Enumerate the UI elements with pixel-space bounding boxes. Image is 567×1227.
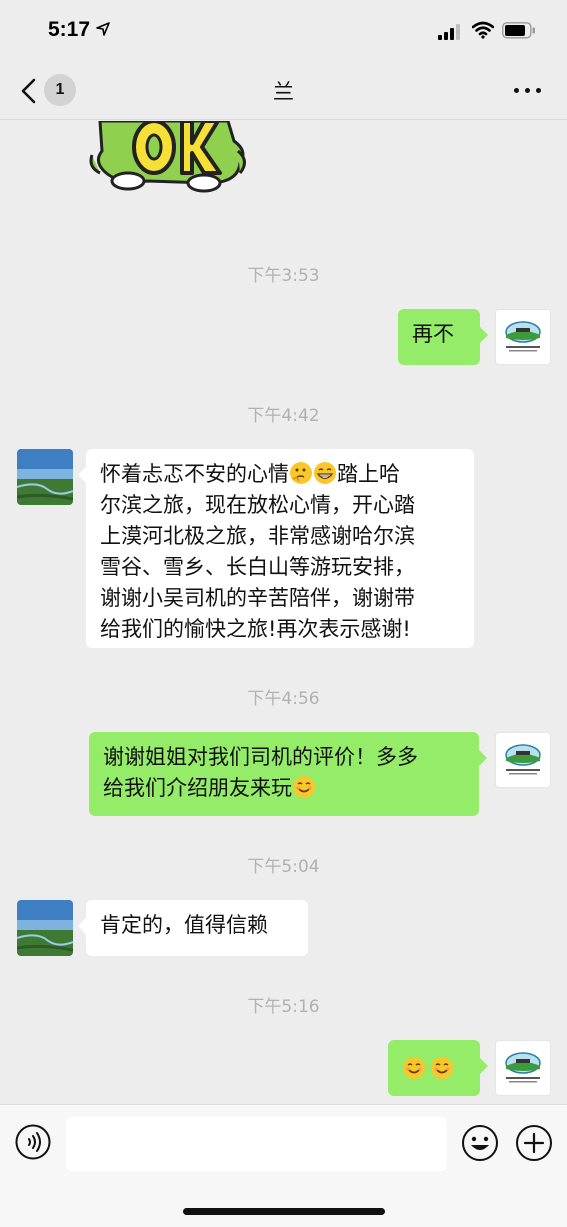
more-dots-icon [514,88,519,93]
status-bar: 5:17 [0,0,567,62]
sent-message-bubble[interactable] [388,1040,488,1096]
sent-message-bubble[interactable]: 再不 [398,309,488,365]
ok-sticker-image [89,121,246,193]
sent-message-bubble[interactable]: 谢谢姐姐对我们司机的评价！多多 给我们介绍朋友来玩 [89,732,487,816]
landscape-avatar-image [17,900,73,956]
my-avatar[interactable] [495,309,551,365]
grinning-face-icon [314,462,336,484]
plus-circle-icon[interactable] [515,1124,553,1162]
message-timestamp: 下午4:56 [247,689,320,709]
contact-avatar[interactable] [17,900,73,956]
company-logo-icon [496,733,550,787]
received-message-bubble[interactable]: 肯定的，值得信赖 [78,900,308,956]
chat-title: 兰 [273,80,294,104]
message-timestamp: 下午5:16 [247,997,320,1017]
message-line: 谢谢姐姐对我们司机的评价！多多 [103,745,418,769]
thinking-face-icon [290,462,312,484]
ok-sticker[interactable] [88,121,250,193]
more-options-button[interactable] [512,80,544,100]
cellular-signal-icon [438,24,460,40]
message-timestamp: 下午3:53 [247,266,320,286]
home-indicator[interactable] [183,1208,385,1215]
message-timestamp: 下午4:42 [247,406,320,426]
my-avatar[interactable] [495,1040,551,1096]
message-text-input[interactable] [66,1117,447,1171]
company-logo-icon [496,310,550,364]
landscape-avatar-image [17,449,73,505]
my-avatar[interactable] [495,732,551,788]
message-line: 尔滨之旅，现在放松心情，开心踏 [100,493,415,517]
message-line: 谢谢小吴司机的辛苦陪伴，谢谢带 [100,586,415,610]
voice-icon[interactable] [15,1124,51,1160]
smile-icon [403,1057,425,1079]
chat-header: 1 兰 [0,62,567,120]
battery-icon [502,22,535,39]
message-line: 上漠河北极之旅，非常感谢哈尔滨 [100,524,415,548]
status-time: 5:17 [48,18,91,41]
company-logo-icon [496,1041,550,1095]
message-line: 给我们的愉快之旅!再次表示感谢! [100,617,411,641]
smile-icon [431,1057,453,1079]
message-line-1: 怀着忐忑不安的心情 踏上哈 [100,462,400,486]
received-message-bubble[interactable]: 怀着忐忑不安的心情 踏上哈 尔滨之旅，现在放松心情，开心踏 上漠河北极之旅，非常感… [78,449,474,648]
message-line-2: 给我们介绍朋友来玩 [103,773,465,804]
contact-avatar[interactable] [17,449,73,505]
emoji-face-icon[interactable] [461,1124,499,1162]
message-text: 再不 [412,322,454,346]
message-line: 雪谷、雪乡、长白山等游玩安排， [100,555,415,579]
wifi-icon [472,21,494,39]
smile-icon [293,776,315,798]
location-arrow-icon [96,22,110,36]
message-timestamp: 下午5:04 [247,857,320,877]
message-text: 肯定的，值得信赖 [100,913,268,937]
